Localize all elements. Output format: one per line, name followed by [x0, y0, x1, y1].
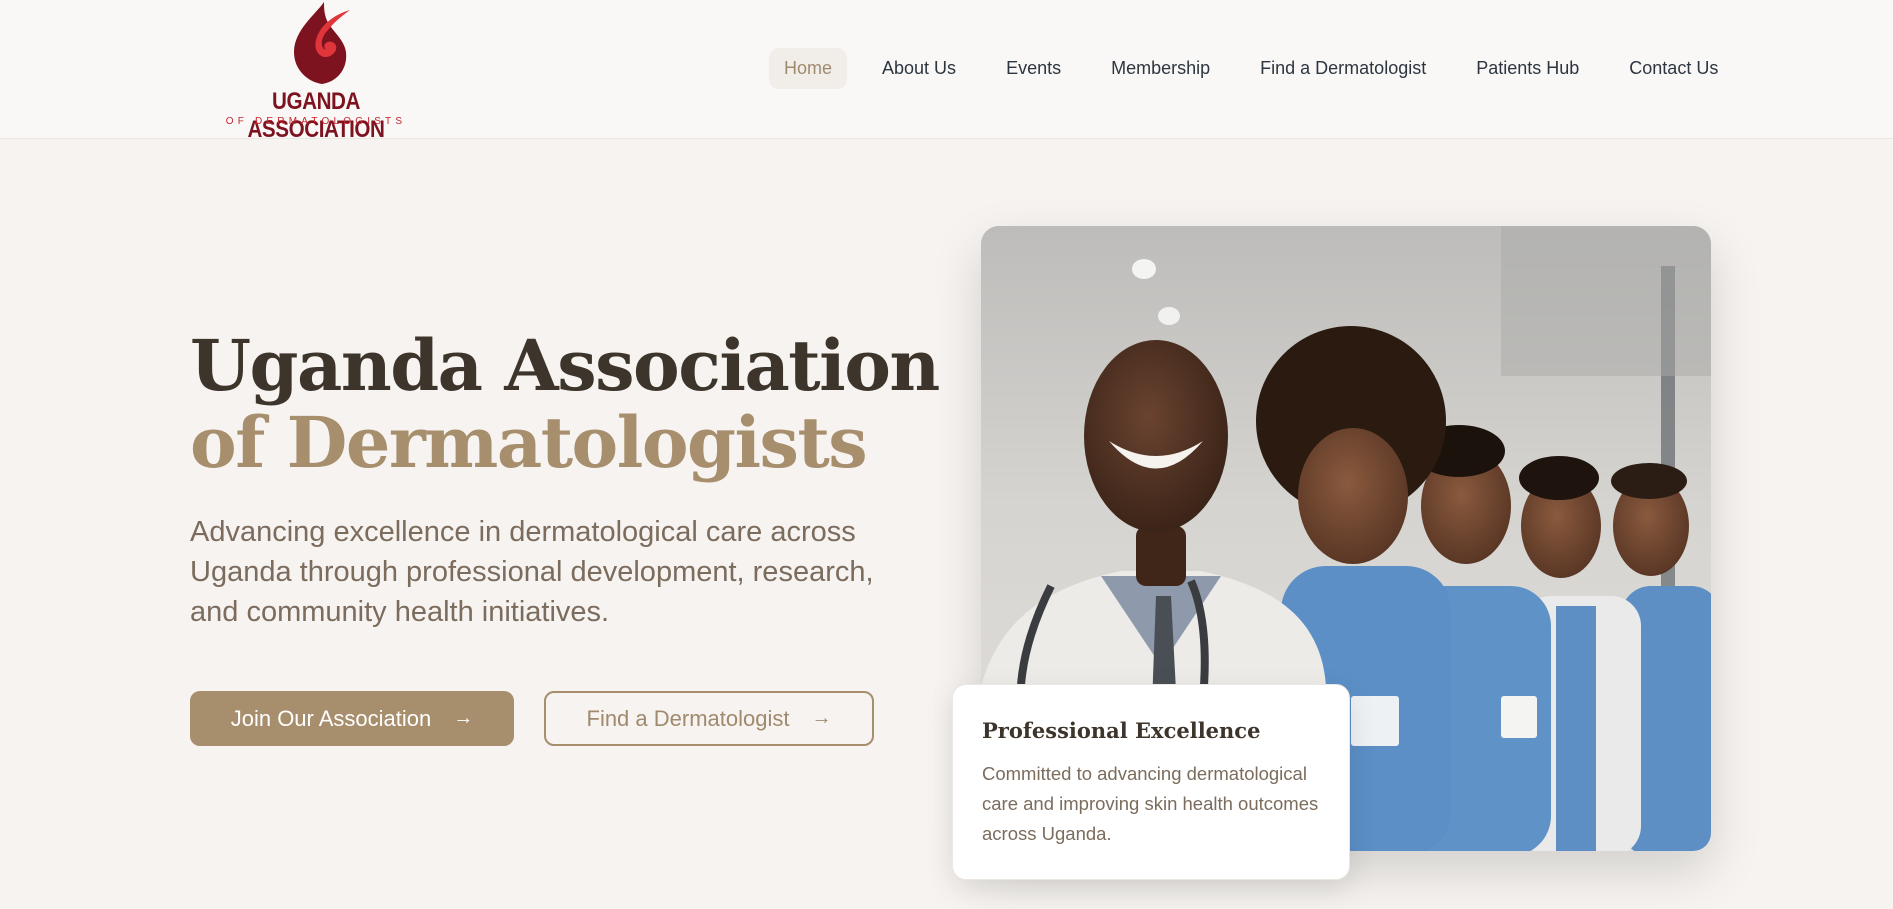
droplet-logo-icon [294, 2, 350, 84]
professional-excellence-card: Professional Excellence Committed to adv… [952, 684, 1350, 880]
nav-item-about-us[interactable]: About Us [867, 48, 971, 89]
nav-item-home[interactable]: Home [769, 47, 848, 89]
find-dermatologist-label: Find a Dermatologist [586, 705, 790, 731]
arrow-right-icon: → [811, 707, 832, 729]
hero-title-line-1: Uganda Association [190, 324, 940, 407]
logo-subtitle: OF DERMATOLOGISTS [225, 116, 407, 127]
card-title: Professional Excellence [982, 718, 1261, 743]
join-association-button[interactable]: Join Our Association → [190, 691, 514, 746]
main-navigation: Home About Us Events Membership Find a D… [769, 46, 1733, 90]
arrow-right-icon: → [453, 707, 474, 729]
find-dermatologist-button[interactable]: Find a Dermatologist → [544, 691, 874, 746]
card-text: Committed to advancing dermatological ca… [982, 763, 1319, 844]
nav-item-membership[interactable]: Membership [1096, 48, 1225, 89]
nav-item-find-a-dermatologist[interactable]: Find a Dermatologist [1245, 48, 1441, 89]
join-association-label: Join Our Association [230, 705, 432, 731]
hero-title-line-2: of Dermatologists [190, 401, 868, 484]
nav-item-events[interactable]: Events [991, 48, 1076, 89]
site-header: UGANDA ASSOCIATION OF DERMATOLOGISTS Hom… [0, 0, 1893, 143]
hero-description: Advancing excellence in dermatological c… [190, 516, 874, 628]
hero-title: Uganda Association of Dermatologists [190, 327, 950, 481]
site-logo[interactable]: UGANDA ASSOCIATION OF DERMATOLOGISTS [213, 0, 419, 143]
nav-item-patients-hub[interactable]: Patients Hub [1461, 48, 1594, 89]
nav-item-contact-us[interactable]: Contact Us [1614, 48, 1733, 89]
